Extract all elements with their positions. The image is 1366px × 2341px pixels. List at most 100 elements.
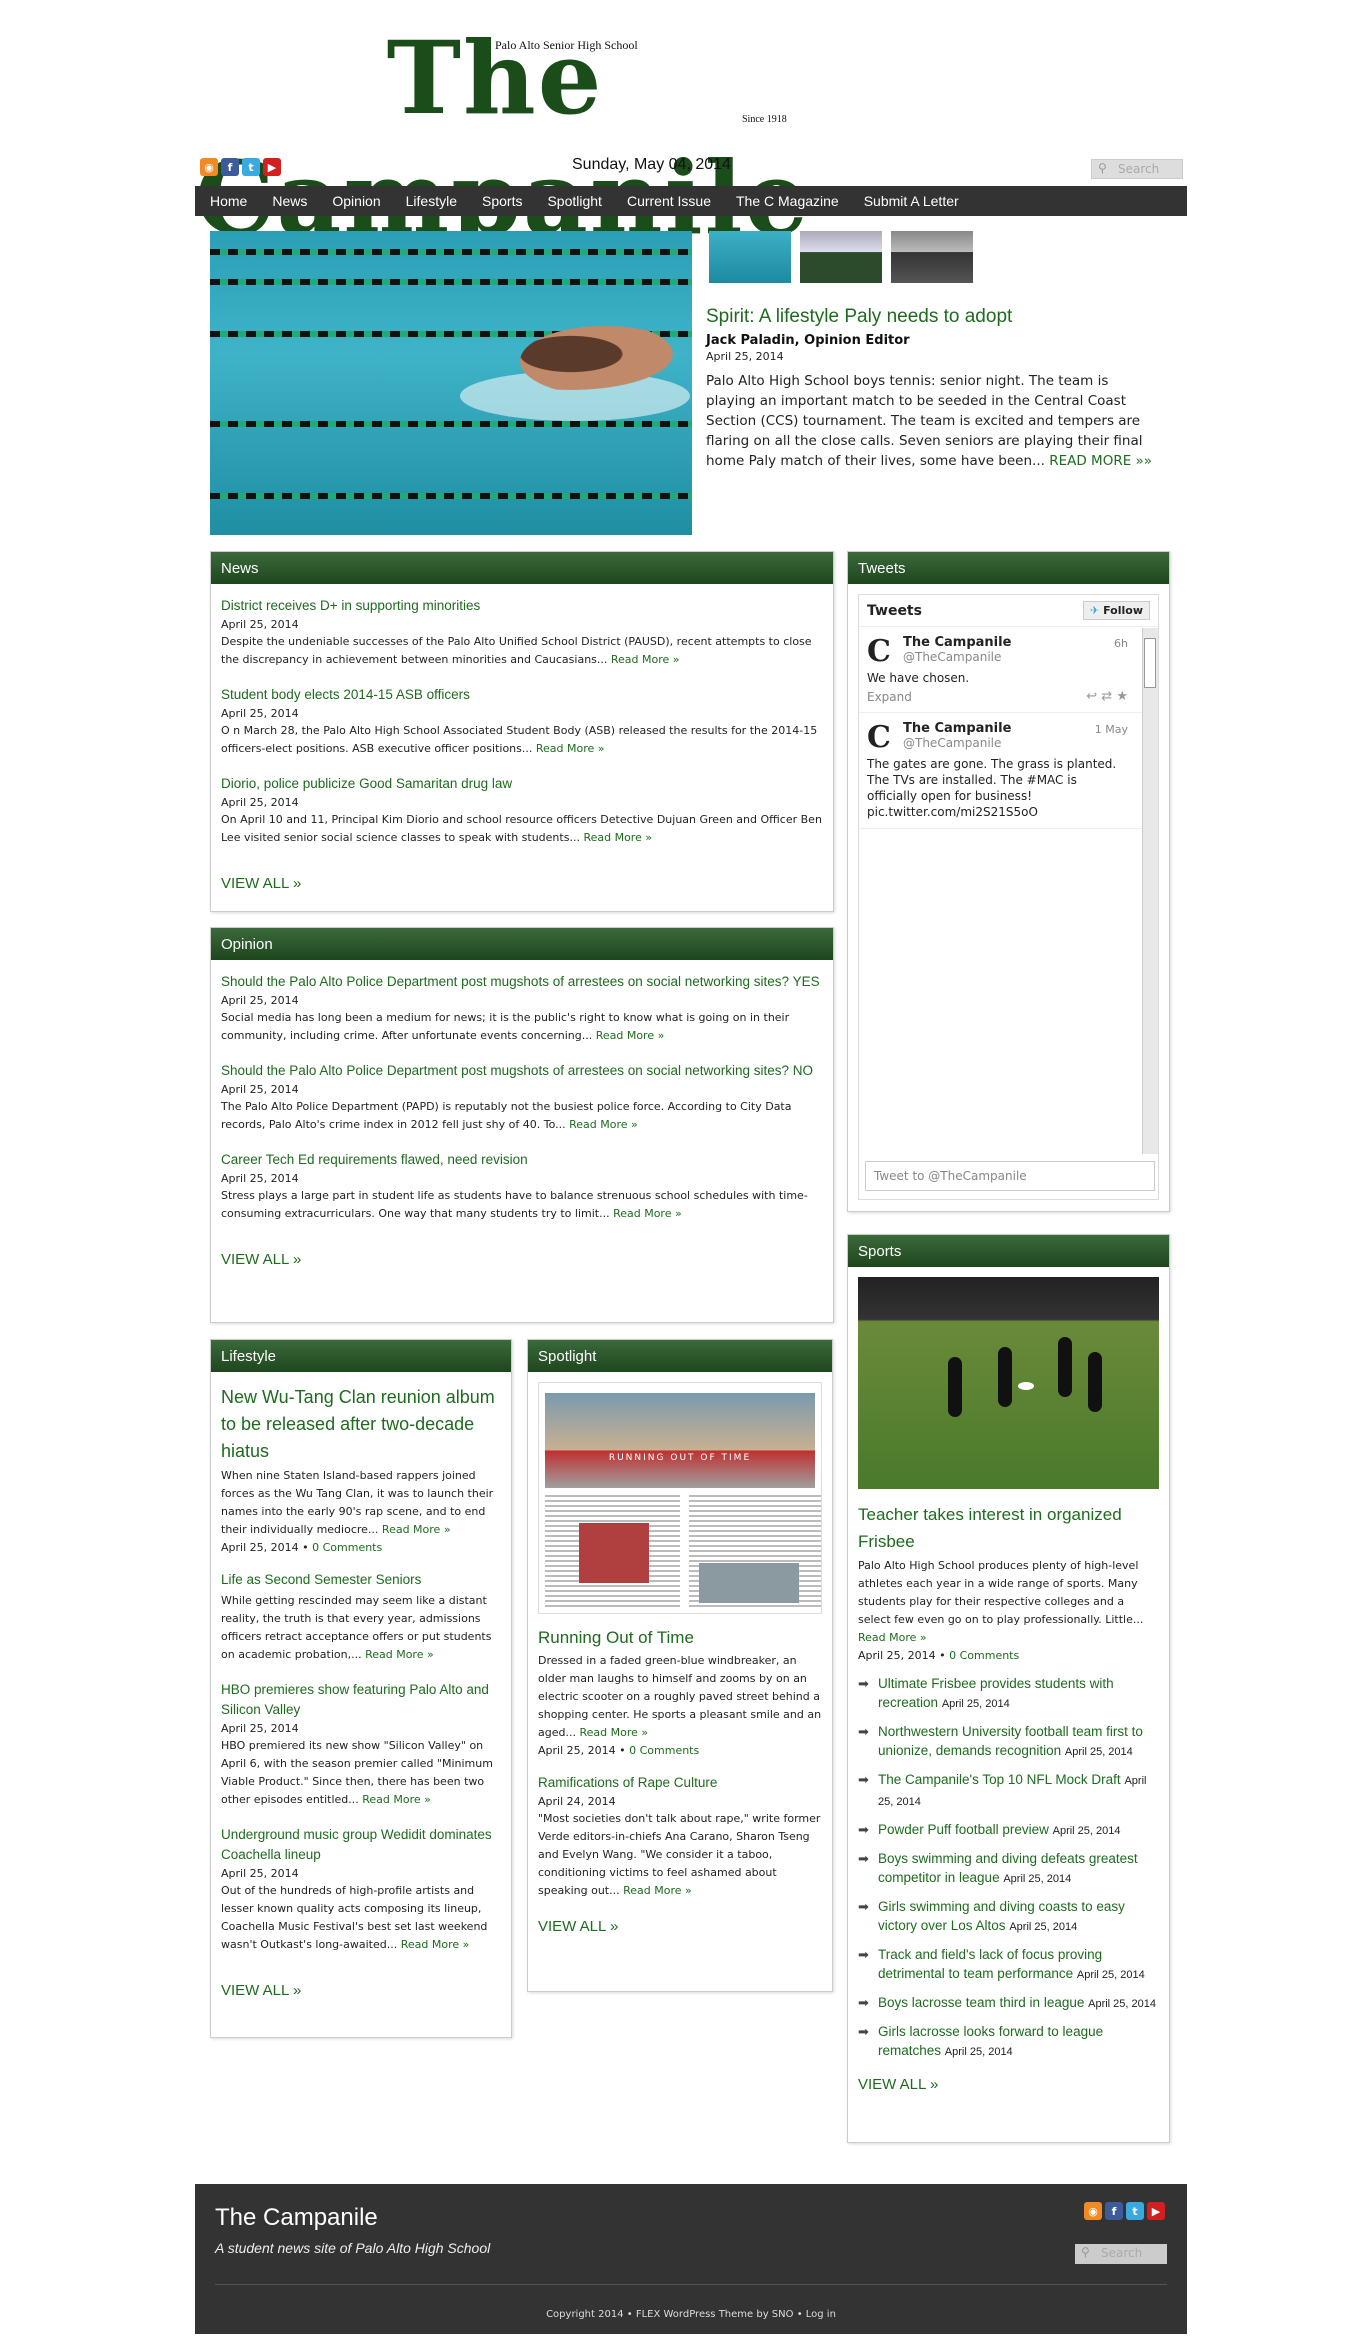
search-input[interactable]: ⚲ Search bbox=[1091, 159, 1183, 179]
read-more-link[interactable]: Read More » bbox=[382, 1523, 451, 1536]
nav-c-magazine[interactable]: The C Magazine bbox=[736, 193, 839, 209]
list-item-link[interactable]: Track and field's lack of focus proving … bbox=[878, 1947, 1102, 1981]
nav-sports[interactable]: Sports bbox=[482, 193, 522, 209]
article-title[interactable]: Should the Palo Alto Police Department p… bbox=[221, 1061, 823, 1081]
sports-frisbee-image[interactable] bbox=[858, 1277, 1159, 1489]
news-heading[interactable]: News bbox=[211, 552, 833, 584]
nav-opinion[interactable]: Opinion bbox=[332, 193, 380, 209]
scrollbar-thumb[interactable] bbox=[1144, 638, 1156, 688]
list-item: Track and field's lack of focus proving … bbox=[858, 1945, 1159, 1985]
comments-link[interactable]: 0 Comments bbox=[949, 1649, 1019, 1662]
article-title[interactable]: Career Tech Ed requirements flawed, need… bbox=[221, 1150, 823, 1170]
article-title[interactable]: Underground music group Wedidit dominate… bbox=[221, 1825, 501, 1865]
tweet[interactable]: C The Campanile @TheCampanile 1 May The … bbox=[859, 713, 1158, 829]
article-title[interactable]: Running Out of Time bbox=[538, 1626, 822, 1650]
nav-submit-letter[interactable]: Submit A Letter bbox=[864, 193, 959, 209]
tweet-author-name[interactable]: The Campanile bbox=[903, 635, 1130, 650]
news-section: News District receives D+ in supporting … bbox=[210, 551, 834, 912]
footer-title[interactable]: The Campanile bbox=[215, 2204, 378, 2232]
campanile-avatar-icon[interactable]: C bbox=[867, 723, 893, 753]
sports-heading[interactable]: Sports bbox=[848, 1235, 1169, 1267]
tweet-actions: ↩ ⇄ ★ bbox=[1086, 689, 1128, 704]
nav-lifestyle[interactable]: Lifestyle bbox=[406, 193, 457, 209]
hero-thumbnail-1[interactable] bbox=[709, 231, 791, 283]
tweet-compose-input[interactable]: Tweet to @TheCampanile bbox=[865, 1161, 1155, 1191]
read-more-link[interactable]: Read More » bbox=[611, 653, 680, 666]
spotlight-view-all[interactable]: VIEW ALL » bbox=[538, 1918, 822, 1935]
tweet-author-handle[interactable]: @TheCampanile bbox=[903, 736, 1130, 750]
rss-icon[interactable]: ◉ bbox=[200, 158, 218, 176]
read-more-link[interactable]: Read More » bbox=[401, 1938, 470, 1951]
youtube-icon[interactable]: ▶ bbox=[1147, 2202, 1165, 2220]
current-date: Sunday, May 04, 2014 bbox=[572, 156, 731, 173]
tweets-section: Tweets Tweets ✈ Follow C The Campanile @… bbox=[847, 551, 1170, 1212]
nav-home[interactable]: Home bbox=[210, 193, 247, 209]
article-title[interactable]: Life as Second Semester Seniors bbox=[221, 1570, 501, 1590]
read-more-link[interactable]: Read More » bbox=[858, 1631, 927, 1644]
list-item-link[interactable]: Powder Puff football preview bbox=[878, 1822, 1049, 1837]
read-more-link[interactable]: Read More » bbox=[596, 1029, 665, 1042]
article-title[interactable]: New Wu-Tang Clan reunion album to be rel… bbox=[221, 1384, 501, 1465]
article-title[interactable]: Teacher takes interest in organized Fris… bbox=[858, 1501, 1159, 1555]
article-title[interactable]: Should the Palo Alto Police Department p… bbox=[221, 972, 823, 992]
article-excerpt: When nine Staten Island-based rappers jo… bbox=[221, 1469, 494, 1536]
article-date: April 25, 2014 bbox=[221, 1541, 299, 1554]
read-more-link[interactable]: Read More » bbox=[569, 1118, 638, 1131]
news-view-all[interactable]: VIEW ALL » bbox=[221, 875, 823, 892]
sports-view-all[interactable]: VIEW ALL » bbox=[858, 2076, 1159, 2093]
read-more-link[interactable]: Read More » bbox=[362, 1793, 431, 1806]
article-title[interactable]: HBO premieres show featuring Palo Alto a… bbox=[221, 1680, 501, 1720]
footer-search-input[interactable]: ⚲ Search bbox=[1075, 2244, 1167, 2264]
opinion-heading[interactable]: Opinion bbox=[211, 928, 833, 960]
hero-read-more[interactable]: READ MORE »» bbox=[1049, 453, 1152, 469]
lifestyle-heading[interactable]: Lifestyle bbox=[211, 1340, 511, 1372]
campanile-avatar-icon[interactable]: C bbox=[867, 637, 893, 667]
list-item-link[interactable]: Girls swimming and diving coasts to easy… bbox=[878, 1899, 1125, 1933]
list-item-link[interactable]: The Campanile's Top 10 NFL Mock Draft bbox=[878, 1772, 1121, 1787]
read-more-link[interactable]: Read More » bbox=[365, 1648, 434, 1661]
article-title[interactable]: Diorio, police publicize Good Samaritan … bbox=[221, 774, 823, 794]
nav-spotlight[interactable]: Spotlight bbox=[547, 193, 601, 209]
article-title[interactable]: Ramifications of Rape Culture bbox=[538, 1773, 822, 1793]
hero-date: April 25, 2014 bbox=[706, 350, 784, 363]
comments-link[interactable]: 0 Comments bbox=[629, 1744, 699, 1757]
spotlight-newspaper-image[interactable]: RUNNING OUT OF TIME bbox=[538, 1382, 822, 1614]
facebook-icon[interactable]: f bbox=[1105, 2202, 1123, 2220]
list-item: Northwestern University football team fi… bbox=[858, 1722, 1159, 1762]
read-more-link[interactable]: Read More » bbox=[536, 742, 605, 755]
youtube-icon[interactable]: ▶ bbox=[263, 158, 281, 176]
social-links: ◉ f t ▶ bbox=[200, 158, 281, 176]
tweet-time[interactable]: 1 May bbox=[1095, 723, 1128, 736]
favorite-icon[interactable]: ★ bbox=[1116, 689, 1128, 704]
read-more-link[interactable]: Read More » bbox=[579, 1726, 648, 1739]
hero-thumbnail-3[interactable] bbox=[891, 231, 973, 283]
nav-news[interactable]: News bbox=[272, 193, 307, 209]
nav-current-issue[interactable]: Current Issue bbox=[627, 193, 711, 209]
lifestyle-view-all[interactable]: VIEW ALL » bbox=[221, 1982, 501, 1999]
tweet[interactable]: C The Campanile @TheCampanile 6h We have… bbox=[859, 627, 1158, 713]
spotlight-heading[interactable]: Spotlight bbox=[528, 1340, 832, 1372]
hero-title[interactable]: Spirit: A lifestyle Paly needs to adopt bbox=[706, 306, 1156, 328]
site-logo[interactable]: The Campanile bbox=[195, 18, 808, 258]
read-more-link[interactable]: Read More » bbox=[623, 1884, 692, 1897]
twitter-follow-button[interactable]: ✈ Follow bbox=[1083, 601, 1150, 620]
tweet-author-handle[interactable]: @TheCampanile bbox=[903, 650, 1130, 664]
hero-thumbnail-2[interactable] bbox=[800, 231, 882, 283]
facebook-icon[interactable]: f bbox=[221, 158, 239, 176]
article-title[interactable]: Student body elects 2014-15 ASB officers bbox=[221, 685, 823, 705]
tweet-scrollbar[interactable] bbox=[1142, 628, 1158, 1154]
opinion-view-all[interactable]: VIEW ALL » bbox=[221, 1251, 823, 1268]
article-title[interactable]: District receives D+ in supporting minor… bbox=[221, 596, 823, 616]
opinion-article: Should the Palo Alto Police Department p… bbox=[221, 1061, 823, 1134]
comments-link[interactable]: 0 Comments bbox=[312, 1541, 382, 1554]
retweet-icon[interactable]: ⇄ bbox=[1101, 689, 1112, 704]
list-item-link[interactable]: Boys lacrosse team third in league bbox=[878, 1995, 1084, 2010]
rss-icon[interactable]: ◉ bbox=[1084, 2202, 1102, 2220]
reply-icon[interactable]: ↩ bbox=[1086, 689, 1097, 704]
read-more-link[interactable]: Read More » bbox=[583, 831, 652, 844]
read-more-link[interactable]: Read More » bbox=[613, 1207, 682, 1220]
tweet-time[interactable]: 6h bbox=[1114, 637, 1128, 650]
twitter-icon[interactable]: t bbox=[242, 158, 260, 176]
hero-image-swimmer[interactable] bbox=[210, 231, 692, 535]
twitter-icon[interactable]: t bbox=[1126, 2202, 1144, 2220]
